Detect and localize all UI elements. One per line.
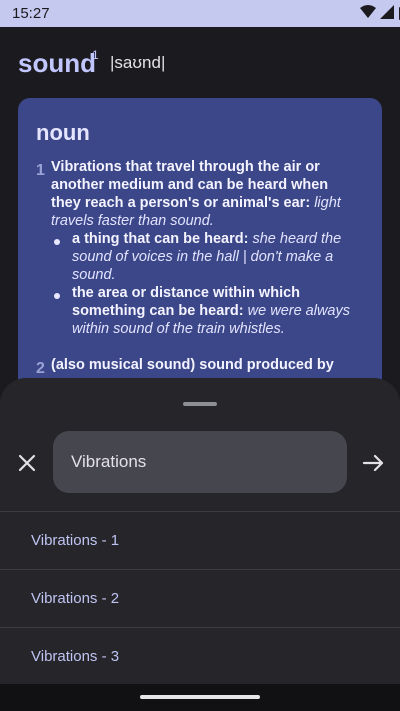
close-icon: [18, 454, 36, 472]
pronunciation: |saʊnd|: [110, 53, 166, 72]
status-bar: 15:27: [0, 0, 400, 27]
subsense: the area or distance within which someth…: [72, 284, 354, 338]
arrow-right-icon: [362, 454, 384, 472]
search-go-button[interactable]: [358, 448, 388, 478]
definition-text: a thing that can be heard:: [72, 231, 249, 247]
search-result-label: Vibrations - 1: [31, 532, 120, 549]
search-bottom-sheet: Vibrations Vibrations - 1 Vibrations - 2…: [0, 378, 400, 711]
part-of-speech: noun: [36, 120, 90, 145]
search-result-item[interactable]: Vibrations - 1: [0, 512, 400, 569]
search-result-item[interactable]: Vibrations - 2: [0, 570, 400, 627]
search-result-label: Vibrations - 2: [31, 590, 120, 607]
headword-superscript: 1: [92, 48, 99, 62]
home-gesture-handle[interactable]: [140, 695, 260, 699]
search-result-item[interactable]: Vibrations - 3: [0, 628, 400, 685]
status-time: 15:27: [12, 5, 50, 22]
sense-number: 1: [36, 162, 45, 179]
search-result-label: Vibrations - 3: [31, 648, 120, 665]
definition-text: (also musical sound) sound produced by: [51, 357, 334, 373]
sense-definition: Vibrations that travel through the air o…: [51, 158, 351, 230]
search-input[interactable]: Vibrations: [53, 431, 347, 493]
signal-icon: [380, 5, 394, 24]
navigation-bar: [0, 684, 400, 711]
drag-handle[interactable]: [183, 402, 217, 406]
headword: sound: [18, 48, 96, 78]
entry-header: sound 1 |saʊnd|: [18, 48, 388, 88]
wifi-icon: [360, 5, 376, 24]
sense-number: 2: [36, 360, 45, 377]
search-input-value: Vibrations: [71, 452, 147, 471]
bullet-icon: [54, 293, 60, 299]
definition-text: Vibrations that travel through the air o…: [51, 159, 329, 211]
sense-definition: (also musical sound) sound produced by: [51, 356, 351, 374]
subsense: a thing that can be heard: she heard the…: [72, 230, 354, 284]
bullet-icon: [54, 239, 60, 245]
close-button[interactable]: [12, 448, 42, 478]
